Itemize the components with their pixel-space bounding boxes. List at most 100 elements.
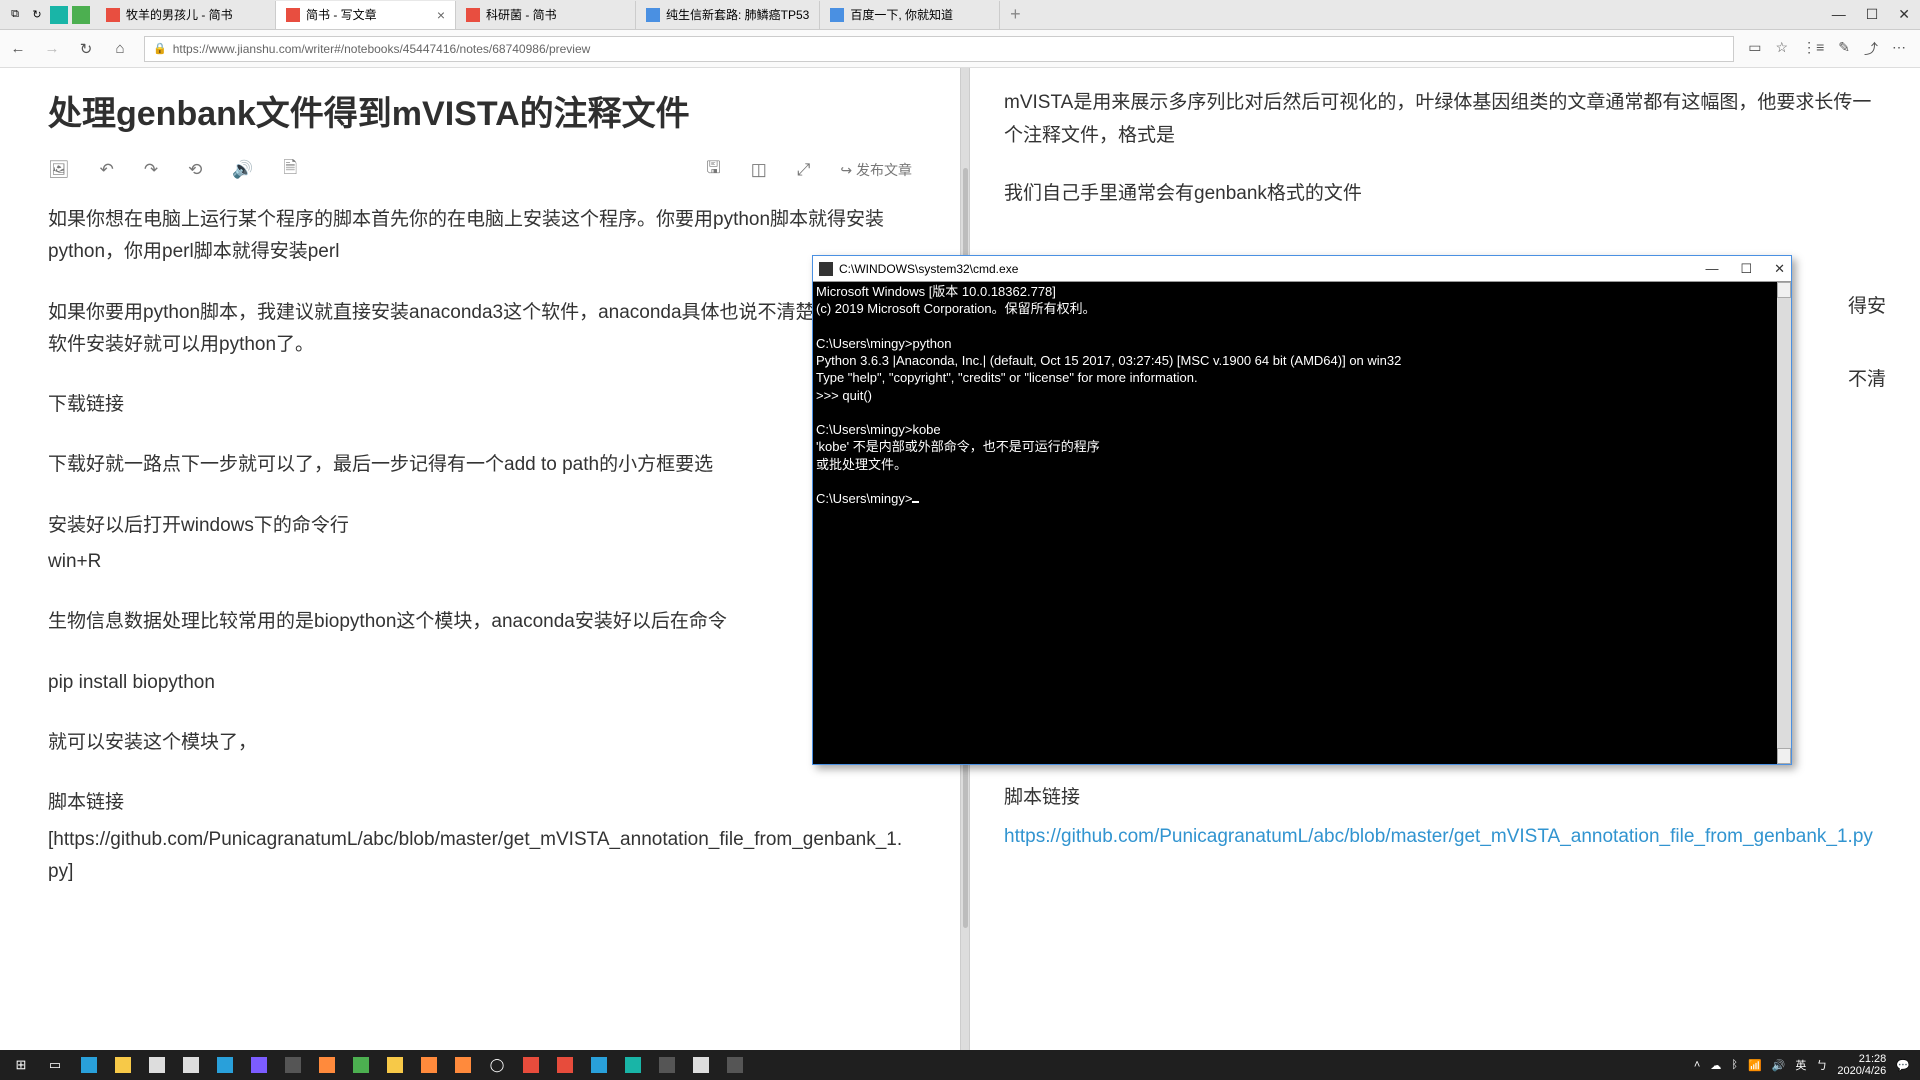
- publish-button[interactable]: ↪ 发布文章: [840, 160, 912, 180]
- split-icon[interactable]: ◫: [751, 160, 767, 180]
- editor-body[interactable]: 如果你想在电脑上运行某个程序的脚本首先你的在电脑上安装这个程序。你要用pytho…: [48, 204, 912, 888]
- cmd-maximize-button[interactable]: ☐: [1740, 261, 1752, 277]
- new-tab-button[interactable]: +: [1000, 4, 1030, 25]
- app-icon[interactable]: [514, 1051, 548, 1079]
- hub-icon[interactable]: ⋮≡: [1802, 39, 1824, 59]
- tab-jianshu-writer[interactable]: 简书 - 写文章 ×: [276, 1, 456, 29]
- editor-paragraph: 如果你想在电脑上运行某个程序的脚本首先你的在电脑上安装这个程序。你要用pytho…: [48, 204, 912, 269]
- task-view-icon[interactable]: ▭: [38, 1051, 72, 1079]
- everything-icon[interactable]: [412, 1051, 446, 1079]
- tab-label: 科研菌 - 简书: [486, 6, 557, 23]
- start-button[interactable]: ⊞: [4, 1051, 38, 1079]
- mail-icon[interactable]: [208, 1051, 242, 1079]
- preview-paragraph: 我们自己手里通常会有genbank格式的文件: [1004, 177, 1886, 210]
- app-icon[interactable]: [344, 1051, 378, 1079]
- close-window-button[interactable]: ✕: [1898, 6, 1910, 23]
- taskbar-clock[interactable]: 21:28 2020/4/26: [1837, 1053, 1886, 1077]
- sys-icon: ↻: [28, 6, 46, 24]
- edge-icon[interactable]: [72, 1051, 106, 1079]
- share-icon[interactable]: ⤴: [1864, 39, 1878, 59]
- github-link[interactable]: https://github.com/PunicagranatumL/abc/b…: [1004, 826, 1873, 847]
- browser-tab-strip: ⧉ ↻ 牧羊的男孩儿 - 简书 简书 - 写文章 × 科研菌 - 简书 纯生信新套…: [0, 0, 1920, 30]
- tab-keyanjun[interactable]: 科研菌 - 简书: [456, 1, 636, 29]
- app-icon[interactable]: [548, 1051, 582, 1079]
- chrome-icon[interactable]: ◯: [480, 1051, 514, 1079]
- undo-icon[interactable]: ↶: [100, 160, 114, 180]
- app-icon[interactable]: [616, 1051, 650, 1079]
- cmd-window[interactable]: C:\WINDOWS\system32\cmd.exe — ☐ ✕ Micros…: [812, 255, 1792, 765]
- app-icon[interactable]: [310, 1051, 344, 1079]
- app-icon[interactable]: [378, 1051, 412, 1079]
- redo-icon[interactable]: ↷: [144, 160, 158, 180]
- tray-cloud-icon[interactable]: ☁: [1710, 1059, 1721, 1072]
- notification-icon[interactable]: 💬: [1896, 1059, 1910, 1072]
- app-icon[interactable]: [242, 1051, 276, 1079]
- cmd-minimize-button[interactable]: —: [1705, 261, 1718, 277]
- app-icon[interactable]: [650, 1051, 684, 1079]
- editor-toolbar: 🖼 ↶ ↷ ⟲ 🔊 🗎 🖫 ◫ ⤢ ↪ 发布文章: [48, 149, 912, 204]
- store-icon[interactable]: [140, 1051, 174, 1079]
- tray-ime-input[interactable]: ㄅ: [1816, 1057, 1827, 1073]
- clock-date: 2020/4/26: [1837, 1065, 1886, 1077]
- refresh-button[interactable]: ↻: [76, 40, 96, 58]
- app-icon[interactable]: [446, 1051, 480, 1079]
- close-tab-icon[interactable]: ×: [437, 7, 445, 23]
- article-title[interactable]: 处理genbank文件得到mVISTA的注释文件: [48, 86, 912, 135]
- tab-label: 百度一下, 你就知道: [850, 6, 953, 23]
- cmd-scrollbar[interactable]: [1777, 282, 1791, 764]
- home-button[interactable]: ⌂: [110, 40, 130, 57]
- minimize-button[interactable]: —: [1832, 6, 1846, 23]
- expand-icon[interactable]: ⤢: [797, 160, 811, 180]
- address-bar[interactable]: 🔒 https://www.jianshu.com/writer#/notebo…: [144, 36, 1734, 62]
- sound-icon[interactable]: 🔊: [232, 160, 253, 180]
- favicon-icon: [646, 8, 660, 22]
- cmd-output: Microsoft Windows [版本 10.0.18362.778] (c…: [816, 284, 1401, 506]
- taskbar: ⊞ ▭ ◯ ˄ ☁ ᛒ 📶 🔊 英 ㄅ 21:28 2020/4/26 💬: [0, 1050, 1920, 1080]
- tab-bioinfo[interactable]: 纯生信新套路: 肺鳞癌TP53: [636, 1, 820, 29]
- app-icon[interactable]: [276, 1051, 310, 1079]
- back-button[interactable]: ←: [8, 40, 28, 57]
- image-icon[interactable]: 🖼: [48, 160, 70, 180]
- save-icon[interactable]: 🖫: [706, 155, 720, 184]
- history-icon[interactable]: ⟲: [188, 160, 202, 180]
- editor-paragraph: 下载好就一路点下一步就可以了，最后一步记得有一个add to path的小方框要…: [48, 449, 912, 481]
- preview-paragraph: mVISTA是用来展示多序列比对后然后可视化的，叶绿体基因组类的文章通常都有这幅…: [1004, 86, 1886, 153]
- editor-paragraph: win+R: [48, 546, 912, 578]
- reading-view-icon[interactable]: ▭: [1748, 39, 1761, 59]
- bing-icon[interactable]: [50, 6, 68, 24]
- tab-label: 简书 - 写文章: [306, 6, 377, 23]
- doc-icon[interactable]: 🗎: [284, 155, 298, 184]
- cmd-titlebar[interactable]: C:\WINDOWS\system32\cmd.exe — ☐ ✕: [813, 256, 1791, 282]
- app-icon[interactable]: [582, 1051, 616, 1079]
- lock-icon: 🔒: [153, 42, 167, 55]
- tray-ime-lang[interactable]: 英: [1795, 1057, 1806, 1073]
- settings-icon[interactable]: ⋯: [1892, 39, 1906, 59]
- ext-icon[interactable]: [72, 6, 90, 24]
- tray-volume-icon[interactable]: 🔊: [1772, 1059, 1786, 1072]
- editor-paragraph: 如果你要用python脚本，我建议就直接安装anaconda3这个软件，anac…: [48, 297, 912, 362]
- tab-label: 牧羊的男孩儿 - 简书: [126, 6, 233, 23]
- cmd-close-button[interactable]: ✕: [1774, 261, 1785, 277]
- maximize-button[interactable]: ☐: [1866, 6, 1879, 23]
- cmd-body[interactable]: Microsoft Windows [版本 10.0.18362.778] (c…: [813, 282, 1791, 764]
- terminal-icon[interactable]: [718, 1051, 752, 1079]
- url-text: https://www.jianshu.com/writer#/notebook…: [173, 42, 591, 56]
- editor-paragraph: [https://github.com/PunicagranatumL/abc/…: [48, 824, 912, 889]
- tray-wifi-icon[interactable]: 📶: [1748, 1059, 1762, 1072]
- tray-chevron-icon[interactable]: ˄: [1694, 1059, 1700, 1071]
- editor-paragraph: pip install biopython: [48, 667, 912, 699]
- forward-button[interactable]: →: [42, 40, 62, 57]
- tray-bluetooth-icon[interactable]: ᛒ: [1731, 1059, 1738, 1071]
- system-tray: ˄ ☁ ᛒ 📶 🔊 英 ㄅ 21:28 2020/4/26 💬: [1694, 1053, 1916, 1077]
- app-icon[interactable]: [174, 1051, 208, 1079]
- window-controls: — ☐ ✕: [1832, 6, 1920, 23]
- tab-jianshu-profile[interactable]: 牧羊的男孩儿 - 简书: [96, 1, 276, 29]
- toolbar-actions: ▭ ☆ ⋮≡ ✎ ⤴ ⋯: [1748, 39, 1912, 59]
- explorer-icon[interactable]: [106, 1051, 140, 1079]
- notes-icon[interactable]: ✎: [1838, 39, 1850, 59]
- favorite-icon[interactable]: ☆: [1776, 39, 1789, 59]
- sys-icon: ⧉: [6, 6, 24, 24]
- app-icon[interactable]: [684, 1051, 718, 1079]
- tab-baidu[interactable]: 百度一下, 你就知道: [820, 1, 1000, 29]
- favicon-icon: [466, 8, 480, 22]
